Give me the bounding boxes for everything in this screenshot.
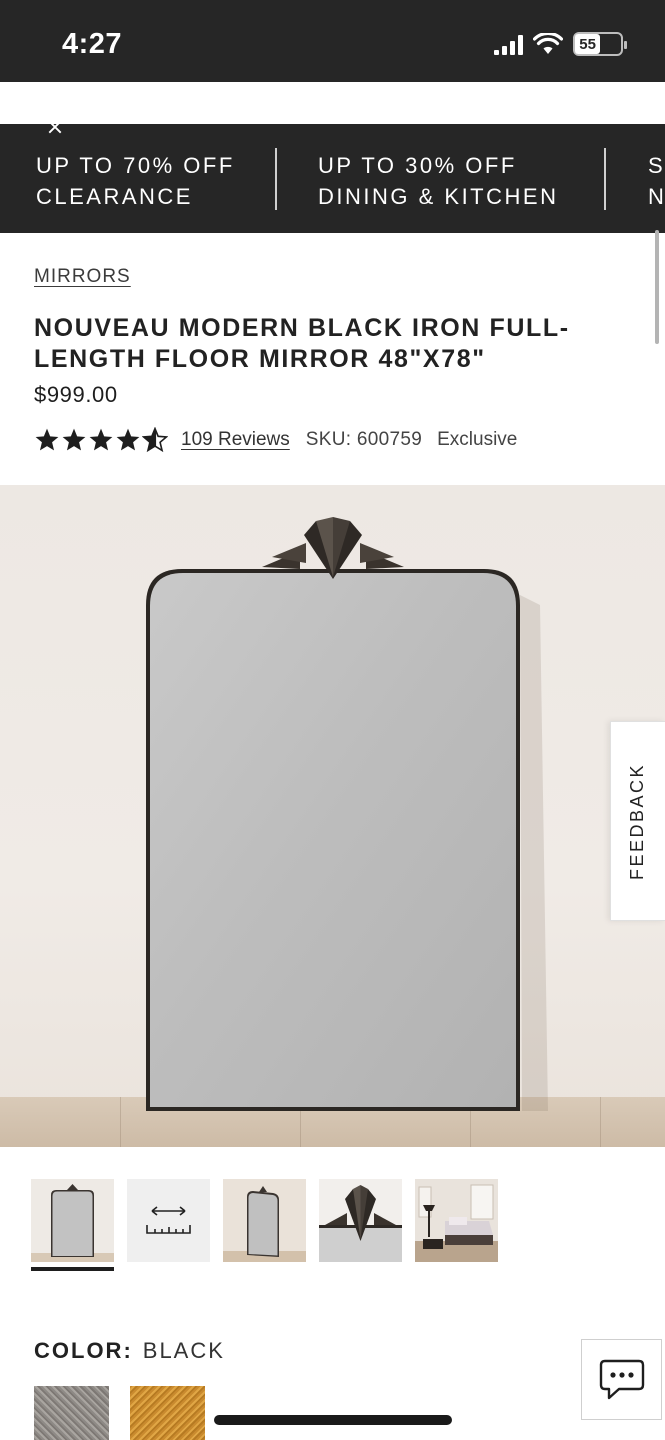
product-price: $999.00 — [34, 382, 118, 407]
promo-clearance-link[interactable]: UP TO 70% OFF CLEARANCE — [36, 150, 235, 212]
reviews-link[interactable]: 109 Reviews — [181, 429, 290, 451]
breadcrumb-mirrors[interactable]: MIRRORS — [34, 266, 131, 288]
color-label: COLOR: — [34, 1338, 133, 1363]
mirror-crest-detail-thumb — [319, 1179, 402, 1262]
swatch-stone[interactable] — [34, 1386, 109, 1440]
battery-icon: 55 — [573, 32, 627, 56]
close-icon[interactable] — [44, 124, 66, 134]
rating-row: 109 Reviews SKU: 600759 Exclusive — [34, 425, 517, 455]
thumbnail-dimensions[interactable] — [127, 1179, 210, 1262]
star-icon — [116, 428, 140, 451]
promo-divider — [604, 148, 606, 210]
battery-level: 55 — [575, 34, 601, 54]
exclusive-badge: Exclusive — [437, 429, 518, 450]
star-half-icon — [142, 427, 168, 453]
chat-button[interactable] — [581, 1339, 662, 1420]
mirror-angle-thumb — [223, 1179, 306, 1262]
promo-next-link[interactable]: S N — [648, 150, 665, 212]
thumbnail-mirror-front[interactable] — [31, 1179, 114, 1262]
star-icon — [89, 428, 113, 451]
wifi-icon — [533, 33, 563, 54]
color-swatches — [34, 1386, 205, 1440]
thumbnail-mirror-angle[interactable] — [223, 1179, 306, 1262]
thumbnail-crest-detail[interactable] — [319, 1179, 402, 1262]
status-bar: 4:27 55 — [0, 0, 665, 82]
chat-bubble-icon — [599, 1359, 644, 1399]
cellular-signal-icon — [494, 33, 523, 55]
home-indicator[interactable] — [214, 1415, 452, 1425]
color-value: BLACK — [142, 1338, 225, 1363]
feedback-label: FEEDBACK — [627, 762, 648, 880]
thumbnail-bedroom-scene[interactable] — [415, 1179, 498, 1262]
feedback-tab[interactable]: FEEDBACK — [610, 721, 665, 921]
product-title: NOUVEAU MODERN BLACK IRON FULL-LENGTH FL… — [34, 314, 570, 373]
product-hero-image[interactable] — [0, 485, 665, 1147]
color-selector-label: COLOR: BLACK — [34, 1338, 225, 1364]
promo-dining-kitchen-link[interactable]: UP TO 30% OFF DINING & KITCHEN — [318, 150, 558, 212]
dimensions-ruler-icon — [127, 1179, 210, 1262]
star-icon — [35, 428, 59, 451]
thumbnail-active-indicator — [31, 1267, 114, 1271]
sku: SKU: 600759 — [305, 429, 423, 450]
page-scrollbar[interactable] — [655, 230, 659, 344]
status-time: 4:27 — [62, 28, 123, 60]
promo-banner: UP TO 70% OFF CLEARANCE UP TO 30% OFF DI… — [0, 124, 665, 233]
mirror-image — [146, 517, 548, 1111]
swatch-brass[interactable] — [130, 1386, 205, 1440]
mirror-front-thumb — [31, 1179, 114, 1262]
star-icon — [62, 428, 86, 451]
promo-divider — [275, 148, 277, 210]
bedroom-scene-thumb — [415, 1179, 498, 1262]
star-rating — [34, 427, 168, 453]
thumbnail-strip — [31, 1179, 498, 1262]
status-icons: 55 — [494, 32, 627, 56]
